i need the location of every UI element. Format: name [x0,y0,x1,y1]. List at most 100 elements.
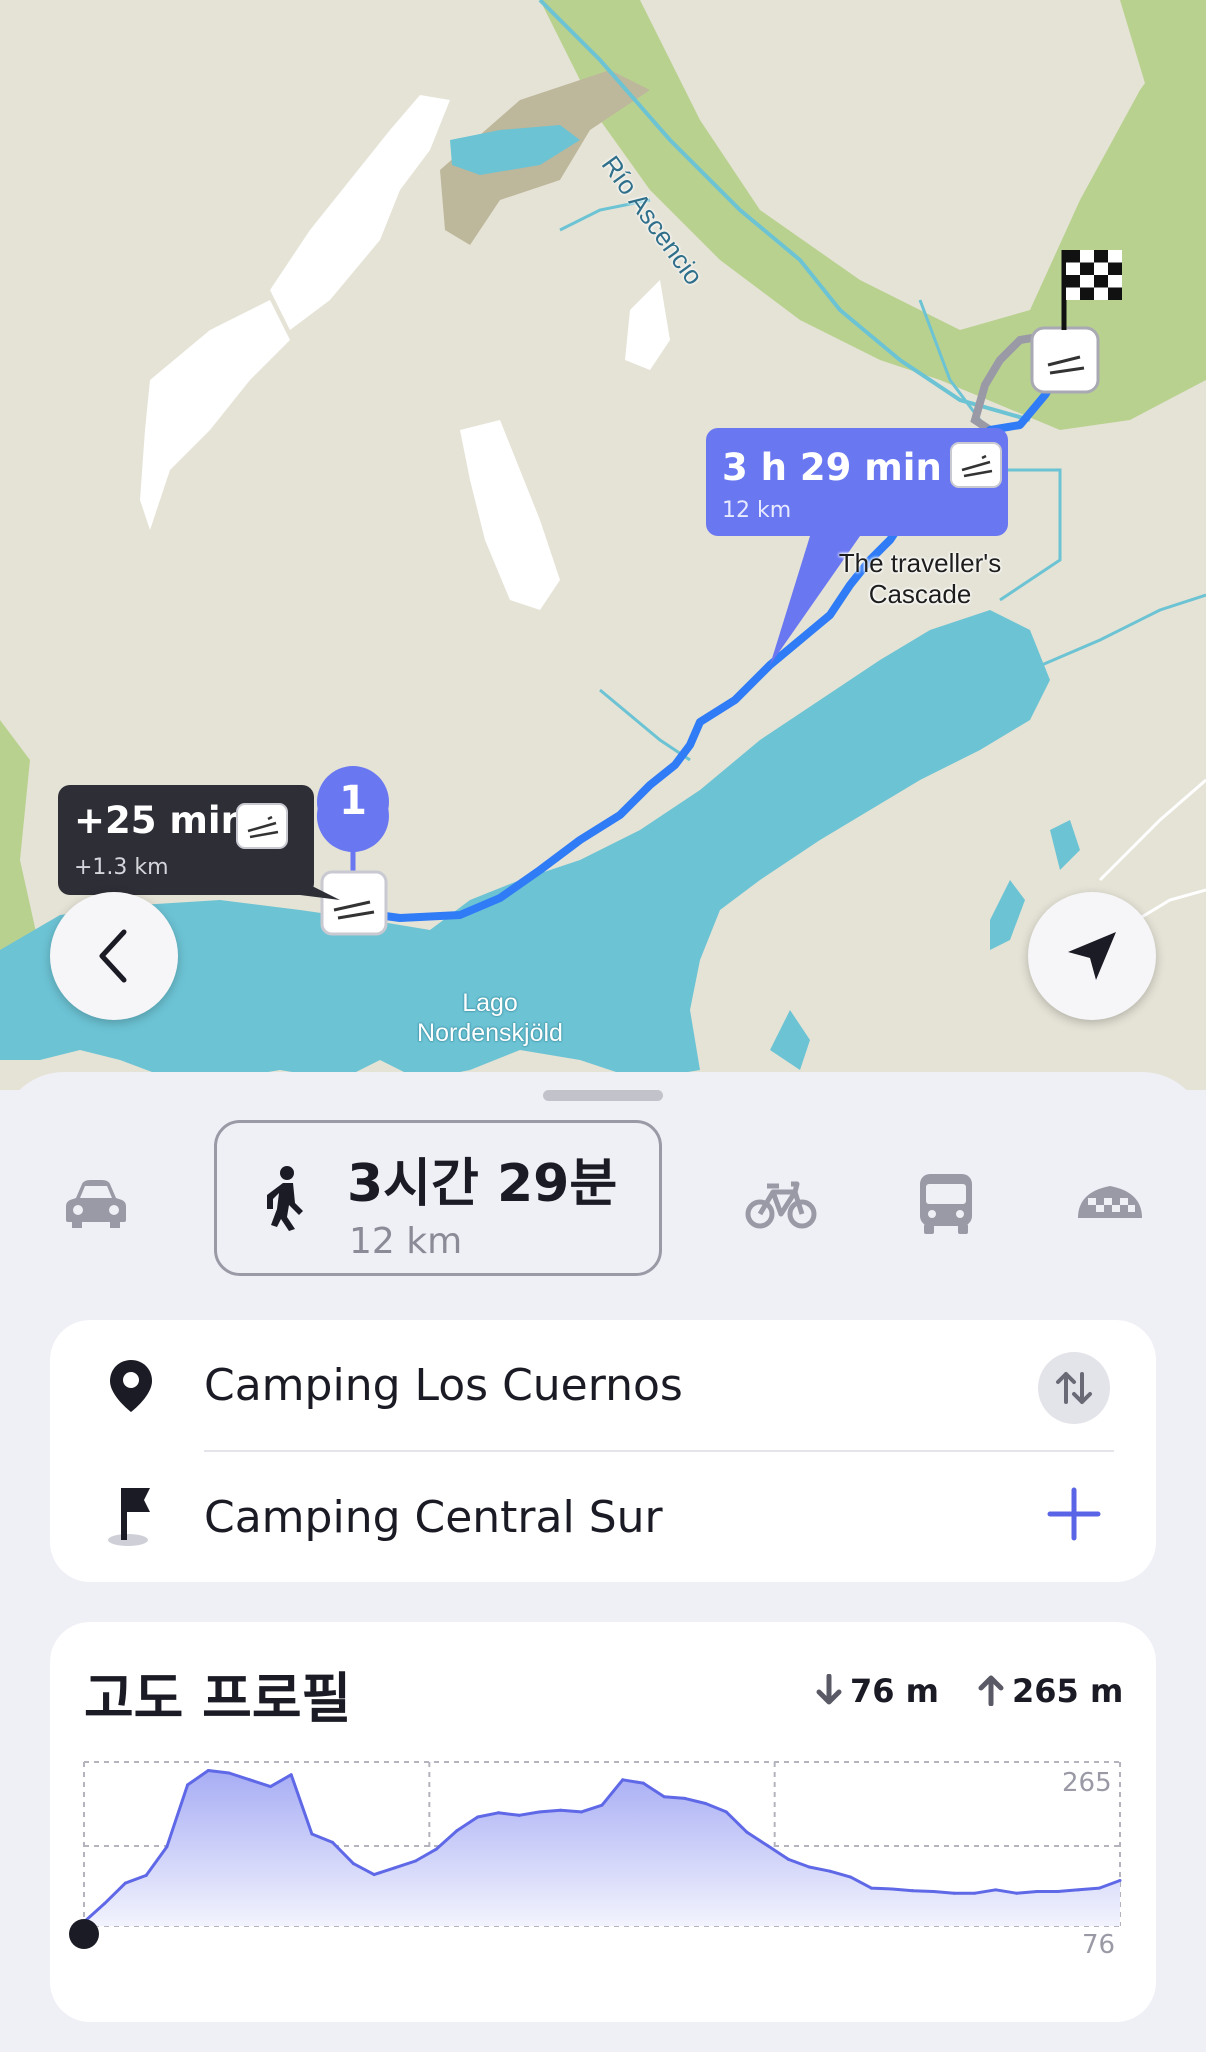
route-duration-callout[interactable]: 3 h 29 min 12 km [706,428,1008,536]
sheet-handle[interactable] [543,1090,663,1101]
current-position-marker [69,1919,99,1949]
elevation-point [372,1873,376,1877]
swap-route-button[interactable] [1038,1352,1110,1424]
location-pin-icon [110,1360,152,1412]
elevation-point [890,1887,894,1891]
elevation-point [932,1890,936,1894]
elevation-point [393,1866,397,1870]
elevation-point [745,1830,749,1834]
elevation-point [911,1889,915,1893]
elevation-point [331,1840,335,1844]
start-weather-icon [320,870,388,936]
elevation-point [103,1901,107,1905]
route-distance: 12 km [722,498,792,523]
windy-icon [950,442,1002,488]
mode-bike[interactable] [745,1176,817,1236]
elevation-point [144,1873,148,1877]
ascent-value: 265 m [1012,1672,1124,1710]
mode-taxi[interactable] [1074,1178,1146,1230]
descent-value: 76 m [850,1672,940,1710]
elevation-point [455,1829,459,1833]
elevation-point [1014,1891,1018,1895]
elevation-point [538,1810,542,1814]
flag-icon [108,1488,150,1546]
elevation-point [641,1781,645,1785]
route-start-label: Camping Los Cuernos [204,1360,683,1411]
elevation-point [1056,1890,1060,1894]
route-start-row[interactable]: Camping Los Cuernos [50,1320,1156,1450]
elevation-point [766,1844,770,1848]
elevation-point [621,1778,625,1782]
arrow-up-icon [978,1675,1004,1707]
finish-weather-icon [1030,326,1100,394]
mode-bus[interactable] [916,1172,976,1240]
elevation-point [1097,1886,1101,1890]
add-stop-button[interactable] [1046,1486,1102,1546]
lake-label-line1: Lago [462,989,518,1017]
route-sheet: 3시간 29분 12 km Camping Los Cuernos Campin… [0,1072,1206,2052]
elevation-point [662,1795,666,1799]
elevation-point [1118,1879,1122,1883]
walk-icon [267,1166,303,1231]
elevation-point [994,1888,998,1892]
route-destination-label: Camping Central Sur [204,1492,663,1543]
alt-route-distance: +1.3 km [74,855,169,880]
elevation-point [1035,1890,1039,1894]
elevation-point [724,1810,728,1814]
elevation-point [165,1845,169,1849]
elevation-point [123,1881,127,1885]
waypoint-number: 1 [339,778,367,824]
locate-me-button[interactable] [1028,892,1156,1020]
swap-arrows-icon [1056,1372,1092,1404]
poi-label-line1: The traveller's [838,548,1002,578]
poi-label: The traveller's Cascade [820,548,1020,610]
elevation-point [517,1813,521,1817]
bus-icon [920,1174,972,1234]
elevation-point [476,1815,480,1819]
car-icon [66,1180,126,1228]
elevation-point [268,1785,272,1789]
plus-icon [1047,1487,1101,1541]
elevation-point [704,1801,708,1805]
route-destination-row[interactable]: Camping Central Sur [50,1452,1156,1582]
taxi-icon [1078,1186,1142,1218]
descent-stat: 76 m [816,1672,939,1710]
navigation-arrow-icon [1068,932,1116,980]
elevation-point [496,1811,500,1815]
chevron-left-icon [99,929,127,983]
elevation-point [973,1891,977,1895]
arrow-down-icon [816,1673,842,1705]
elevation-point [849,1875,853,1879]
walk-duration: 3시간 29분 [347,1154,618,1214]
windy-icon [236,803,288,849]
elevation-point [579,1810,583,1814]
elevation-point [351,1862,355,1866]
lake-label-line2: Nordenskjöld [417,1019,563,1047]
elevation-area [84,1770,1120,1926]
elevation-point [248,1778,252,1782]
elevation-profile-card: 고도 프로필 76 m 265 m 265 76 [50,1622,1156,2022]
elevation-max-label: 265 [1060,1768,1114,1798]
route-time: 3 h 29 min [722,446,942,489]
elevation-point [786,1857,790,1861]
walk-distance: 12 km [349,1221,463,1262]
bike-icon [745,1181,817,1229]
lake-label: Lago Nordenskjöld [400,988,580,1048]
elevation-point [414,1859,418,1863]
elevation-point [869,1886,873,1890]
elevation-point [310,1832,314,1836]
elevation-min-label: 76 [1080,1930,1118,1960]
ascent-stat: 265 m [978,1672,1123,1710]
back-button[interactable] [50,892,178,1020]
elevation-title: 고도 프로필 [84,1667,352,1730]
elevation-point [683,1796,687,1800]
mode-car[interactable] [64,1176,128,1236]
route-points-card: Camping Los Cuernos Camping Central Sur [50,1320,1156,1582]
elevation-point [227,1771,231,1775]
elevation-point [186,1783,190,1787]
alt-route-callout[interactable]: +25 min +1.3 km [58,785,314,895]
elevation-point [434,1847,438,1851]
elevation-point [828,1869,832,1873]
elevation-point [559,1808,563,1812]
mode-walk-selected[interactable]: 3시간 29분 12 km [214,1120,662,1276]
